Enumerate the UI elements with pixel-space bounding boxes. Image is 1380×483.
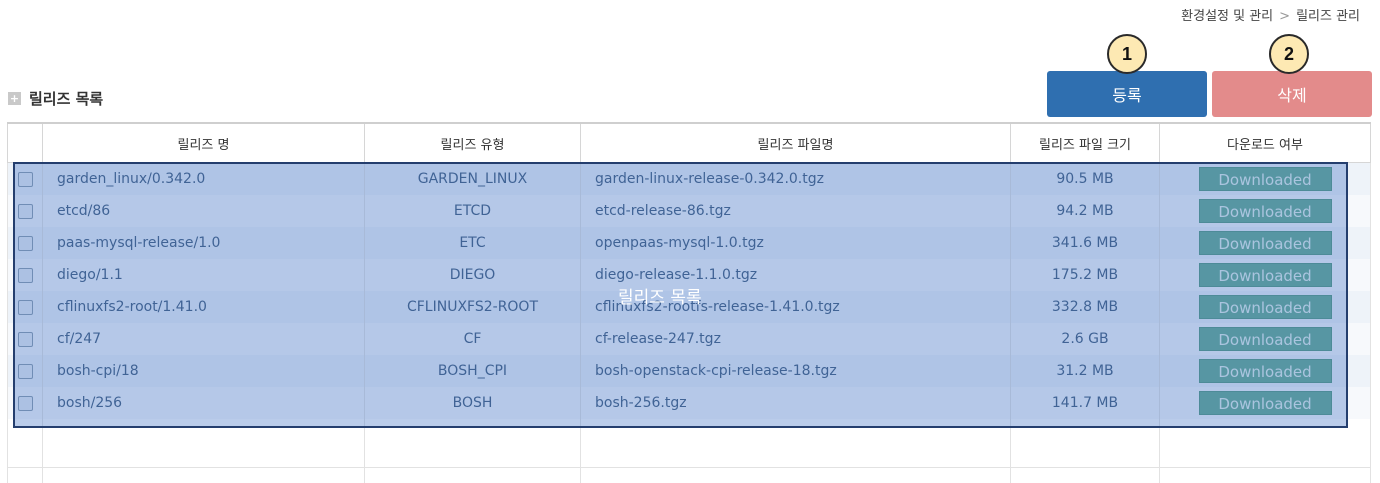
annotation-badge-1: 1 xyxy=(1107,34,1147,74)
header-release-type: 릴리즈 유형 xyxy=(364,122,581,163)
cell-release-size: 31.2 MB xyxy=(1010,355,1160,387)
cell-release-file: bosh-openstack-cpi-release-18.tgz xyxy=(580,355,1011,387)
download-status-badge: Downloaded xyxy=(1198,263,1332,287)
download-status-badge: Downloaded xyxy=(1198,391,1332,415)
cell-release-name: paas-mysql-release/1.0 xyxy=(42,227,365,259)
release-table: 릴리즈 명 릴리즈 유형 릴리즈 파일명 릴리즈 파일 크기 다운로드 여부 g… xyxy=(7,122,1371,483)
delete-button[interactable]: 삭제 xyxy=(1212,71,1372,117)
breadcrumb-parent[interactable]: 환경설정 및 관리 xyxy=(1181,9,1273,24)
cell-release-type: BOSH xyxy=(364,387,581,419)
empty-row xyxy=(7,419,1371,451)
cell-release-size: 341.6 MB xyxy=(1010,227,1160,259)
cell-release-file: etcd-release-86.tgz xyxy=(580,195,1011,227)
table-row[interactable]: cf/247 CF cf-release-247.tgz 2.6 GB Down… xyxy=(7,323,1371,355)
cell-release-name: cflinuxfs2-root/1.41.0 xyxy=(42,291,365,323)
cell-release-file: diego-release-1.1.0.tgz xyxy=(580,259,1011,291)
download-status-badge: Downloaded xyxy=(1198,167,1332,191)
table-row[interactable]: cflinuxfs2-root/1.41.0 CFLINUXFS2-ROOT c… xyxy=(7,291,1371,323)
cell-release-name: etcd/86 xyxy=(42,195,365,227)
row-checkbox[interactable] xyxy=(17,299,33,315)
cell-release-size: 175.2 MB xyxy=(1010,259,1160,291)
table-row[interactable]: paas-mysql-release/1.0 ETC openpaas-mysq… xyxy=(7,227,1371,259)
row-checkbox[interactable] xyxy=(17,235,33,251)
cell-release-type: ETC xyxy=(364,227,581,259)
plus-icon: + xyxy=(8,92,21,105)
cell-release-type: CFLINUXFS2-ROOT xyxy=(364,291,581,323)
breadcrumb-current: 릴리즈 관리 xyxy=(1296,9,1360,24)
cell-release-size: 141.7 MB xyxy=(1010,387,1160,419)
cell-release-file: cflinuxfs2-rootfs-release-1.41.0.tgz xyxy=(580,291,1011,323)
table-row[interactable]: etcd/86 ETCD etcd-release-86.tgz 94.2 MB… xyxy=(7,195,1371,227)
header-release-size: 릴리즈 파일 크기 xyxy=(1010,122,1160,163)
cell-release-name: bosh/256 xyxy=(42,387,365,419)
row-checkbox[interactable] xyxy=(17,331,33,347)
cell-release-file: bosh-256.tgz xyxy=(580,387,1011,419)
divider xyxy=(7,467,1370,468)
table-row[interactable]: bosh-cpi/18 BOSH_CPI bosh-openstack-cpi-… xyxy=(7,355,1371,387)
breadcrumb: 환경설정 및 관리 > 릴리즈 관리 xyxy=(1181,5,1360,24)
cell-release-size: 332.8 MB xyxy=(1010,291,1160,323)
header-download-status: 다운로드 여부 xyxy=(1159,122,1371,163)
cell-release-size: 2.6 GB xyxy=(1010,323,1160,355)
annotation-badge-2: 2 xyxy=(1269,34,1309,74)
header-release-file: 릴리즈 파일명 xyxy=(580,122,1011,163)
row-checkbox[interactable] xyxy=(17,395,33,411)
cell-release-type: BOSH_CPI xyxy=(364,355,581,387)
cell-release-type: GARDEN_LINUX xyxy=(364,162,581,195)
row-checkbox[interactable] xyxy=(17,203,33,219)
table-row[interactable]: garden_linux/0.342.0 GARDEN_LINUX garden… xyxy=(7,162,1371,195)
cell-release-size: 90.5 MB xyxy=(1010,162,1160,195)
cell-release-name: cf/247 xyxy=(42,323,365,355)
section-title: + 릴리즈 목록 xyxy=(8,88,103,109)
table-row[interactable]: bosh/256 BOSH bosh-256.tgz 141.7 MB Down… xyxy=(7,387,1371,419)
download-status-badge: Downloaded xyxy=(1198,199,1332,223)
cell-release-file: cf-release-247.tgz xyxy=(580,323,1011,355)
cell-release-file: garden-linux-release-0.342.0.tgz xyxy=(580,162,1011,195)
register-button[interactable]: 등록 xyxy=(1047,71,1207,117)
table-header-row: 릴리즈 명 릴리즈 유형 릴리즈 파일명 릴리즈 파일 크기 다운로드 여부 xyxy=(7,122,1371,163)
download-status-badge: Downloaded xyxy=(1198,359,1332,383)
cell-release-name: bosh-cpi/18 xyxy=(42,355,365,387)
cell-release-type: DIEGO xyxy=(364,259,581,291)
cell-release-name: garden_linux/0.342.0 xyxy=(42,162,365,195)
table-row[interactable]: diego/1.1 DIEGO diego-release-1.1.0.tgz … xyxy=(7,259,1371,291)
cell-release-type: ETCD xyxy=(364,195,581,227)
row-checkbox[interactable] xyxy=(17,363,33,379)
row-checkbox[interactable] xyxy=(17,171,33,187)
download-status-badge: Downloaded xyxy=(1198,295,1332,319)
cell-release-name: diego/1.1 xyxy=(42,259,365,291)
download-status-badge: Downloaded xyxy=(1198,231,1332,255)
download-status-badge: Downloaded xyxy=(1198,327,1332,351)
breadcrumb-separator: > xyxy=(1279,9,1291,24)
cell-release-file: openpaas-mysql-1.0.tgz xyxy=(580,227,1011,259)
row-checkbox[interactable] xyxy=(17,267,33,283)
cell-release-type: CF xyxy=(364,323,581,355)
header-checkbox xyxy=(7,122,43,163)
section-title-text: 릴리즈 목록 xyxy=(29,90,104,108)
header-release-name: 릴리즈 명 xyxy=(42,122,365,163)
cell-release-size: 94.2 MB xyxy=(1010,195,1160,227)
